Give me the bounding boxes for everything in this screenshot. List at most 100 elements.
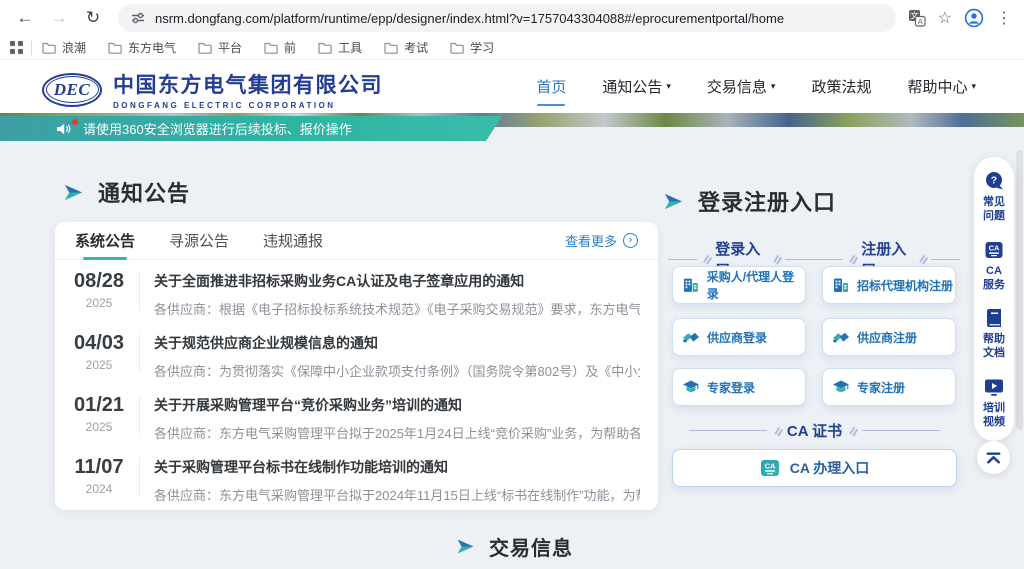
divider [919, 255, 925, 263]
announcements-tab-row: 系统公告 寻源公告 违规通报 查看更多 › [55, 222, 658, 260]
svg-text:CA: CA [764, 462, 775, 471]
menu-icon[interactable]: ⋮ [996, 8, 1012, 28]
news-row[interactable]: 01/21 2025 关于开展采购管理平台“竞价采购业务”培训的通知 各供应商：… [55, 384, 658, 446]
rail-item-label: 培训视频 [981, 401, 1007, 430]
news-summary: 各供应商：东方电气采购管理平台拟于2025年1月24日上线“竞价采购”业务，为帮… [154, 423, 640, 442]
news-date-year: 2024 [67, 482, 131, 496]
nav-policies[interactable]: 政策法规 [811, 76, 871, 97]
bidding-agency-register-button[interactable]: 招标代理机构注册 [822, 266, 956, 304]
apps-grid-icon[interactable] [10, 41, 23, 54]
url-bar[interactable]: nsrm.dongfang.com/platform/runtime/epp/d… [118, 4, 896, 32]
ca-certificate-group-label: CA 证书 [672, 420, 957, 441]
bookmark-folder[interactable]: 东方电气 [108, 39, 176, 56]
divider [773, 255, 779, 263]
divider [689, 430, 767, 431]
supplier-register-button[interactable]: 供应商注册 [822, 318, 956, 356]
news-date-year: 2025 [67, 296, 131, 310]
news-summary: 各供应商：为贯彻落实《保障中小企业款项支付条例》（国务院令第802号）及《中小企… [154, 361, 640, 380]
rail-item-ca-service[interactable]: CA CA服务 [981, 239, 1007, 293]
tab-system-announcements[interactable]: 系统公告 [75, 222, 135, 260]
news-date-md: 04/03 [67, 332, 131, 355]
section-title: 通知公告 [98, 176, 190, 208]
view-more-link[interactable]: 查看更多 › [565, 231, 638, 250]
nav-label: 帮助中心 [907, 76, 967, 97]
bookmark-folder[interactable]: 浪潮 [42, 39, 86, 56]
notice-bar: 请使用360安全浏览器进行后续投标、报价操作 [0, 116, 502, 141]
company-logo[interactable]: DEC 中国东方电气集团有限公司 DONGFANG ELECTRIC CORPO… [42, 69, 383, 110]
login-register-section-header: 登录注册入口 [662, 185, 836, 217]
divider [849, 255, 855, 263]
news-title[interactable]: 关于开展采购管理平台“竞价采购业务”培训的通知 [154, 395, 640, 415]
reload-button[interactable]: ↻ [80, 5, 106, 31]
bookmark-folder[interactable]: 学习 [450, 39, 494, 56]
nav-label: 交易信息 [707, 76, 767, 97]
divider [774, 427, 780, 435]
rail-item-label: 常见问题 [981, 195, 1007, 224]
profile-avatar[interactable] [964, 8, 984, 28]
news-date-year: 2025 [67, 420, 131, 434]
dec-logo-oval: DEC [42, 73, 102, 107]
bookmark-label: 东方电气 [128, 39, 176, 56]
site-controls-icon[interactable] [130, 10, 146, 26]
bookmark-label: 浪潮 [62, 39, 86, 56]
expert-login-button[interactable]: 专家登录 [672, 368, 806, 406]
news-summary: 各供应商：东方电气采购管理平台拟于2024年11月15日上线“标书在线制作”功能… [154, 485, 640, 504]
news-row[interactable]: 08/28 2025 关于全面推进非招标采购业务CA认证及电子签章应用的通知 各… [55, 260, 658, 322]
expert-register-button[interactable]: 专家注册 [822, 368, 956, 406]
purchaser-agent-login-button[interactable]: 采购人/代理人登录 [672, 266, 806, 304]
view-more-label: 查看更多 [565, 231, 617, 250]
bookmark-folder[interactable]: 工具 [318, 39, 362, 56]
news-title[interactable]: 关于采购管理平台标书在线制作功能培训的通知 [154, 457, 640, 477]
page-scrollbar[interactable] [1016, 150, 1023, 430]
rail-item-help-docs[interactable]: 帮助文档 [981, 307, 1007, 361]
back-button[interactable]: ← [12, 5, 38, 31]
nav-help-center[interactable]: 帮助中心 ▾ [907, 76, 976, 97]
video-icon [983, 376, 1005, 398]
section-arrow-icon [62, 181, 85, 204]
divider [931, 259, 960, 260]
translate-icon[interactable]: 文A [908, 9, 926, 27]
rail-item-faq[interactable]: ? 常见问题 [981, 170, 1007, 224]
quick-access-rail: ? 常见问题 CA CA服务 帮助文档 培训视频 [974, 157, 1014, 441]
rail-item-training-videos[interactable]: 培训视频 [981, 376, 1007, 430]
divider [668, 259, 697, 260]
divider [814, 259, 843, 260]
nav-label: 通知公告 [602, 76, 662, 97]
bookmark-label: 学习 [470, 39, 494, 56]
collapse-rail-button[interactable] [977, 441, 1010, 474]
bookmark-label: 考试 [404, 39, 428, 56]
chevron-down-icon: ▾ [771, 81, 776, 92]
tab-violation-notices[interactable]: 违规通报 [263, 222, 323, 260]
company-name-cn: 中国东方电气集团有限公司 [113, 69, 383, 99]
site-header: DEC 中国东方电气集团有限公司 DONGFANG ELECTRIC CORPO… [0, 60, 1024, 113]
nav-home[interactable]: 首页 [536, 76, 566, 97]
tab-sourcing-announcements[interactable]: 寻源公告 [169, 222, 229, 260]
news-date: 01/21 2025 [67, 394, 131, 434]
button-label: 专家注册 [857, 379, 905, 396]
nav-trade-info[interactable]: 交易信息 ▾ [707, 76, 776, 97]
forward-button[interactable]: → [46, 5, 72, 31]
ca-apply-button[interactable]: CA CA 办理入口 [672, 449, 957, 487]
supplier-login-button[interactable]: 供应商登录 [672, 318, 806, 356]
bookmark-folder[interactable]: 平台 [198, 39, 242, 56]
section-title: 登录注册入口 [698, 185, 836, 217]
news-row[interactable]: 11/07 2024 关于采购管理平台标书在线制作功能培训的通知 各供应商：东方… [55, 446, 658, 508]
divider [862, 430, 940, 431]
bookmark-label: 工具 [338, 39, 362, 56]
building-icon [832, 276, 850, 294]
bookmark-folder[interactable]: 考试 [384, 39, 428, 56]
company-name-en: DONGFANG ELECTRIC CORPORATION [113, 101, 383, 110]
ca-group-text: CA 证书 [787, 420, 842, 441]
button-label: 供应商注册 [857, 329, 917, 346]
news-title[interactable]: 关于全面推进非招标采购业务CA认证及电子签章应用的通知 [154, 271, 640, 291]
news-row[interactable]: 04/03 2025 关于规范供应商企业规模信息的通知 各供应商：为贯彻落实《保… [55, 322, 658, 384]
nav-label: 首页 [536, 76, 566, 97]
button-label: 供应商登录 [707, 329, 767, 346]
bookmark-folder[interactable]: 前 [264, 39, 296, 56]
building-icon [682, 276, 700, 294]
news-title[interactable]: 关于规范供应商企业规模信息的通知 [154, 333, 640, 353]
handshake-icon [832, 328, 850, 346]
bookmark-star-icon[interactable]: ☆ [938, 8, 952, 28]
url-text[interactable]: nsrm.dongfang.com/platform/runtime/epp/d… [155, 11, 784, 26]
nav-announcements[interactable]: 通知公告 ▾ [602, 76, 671, 97]
